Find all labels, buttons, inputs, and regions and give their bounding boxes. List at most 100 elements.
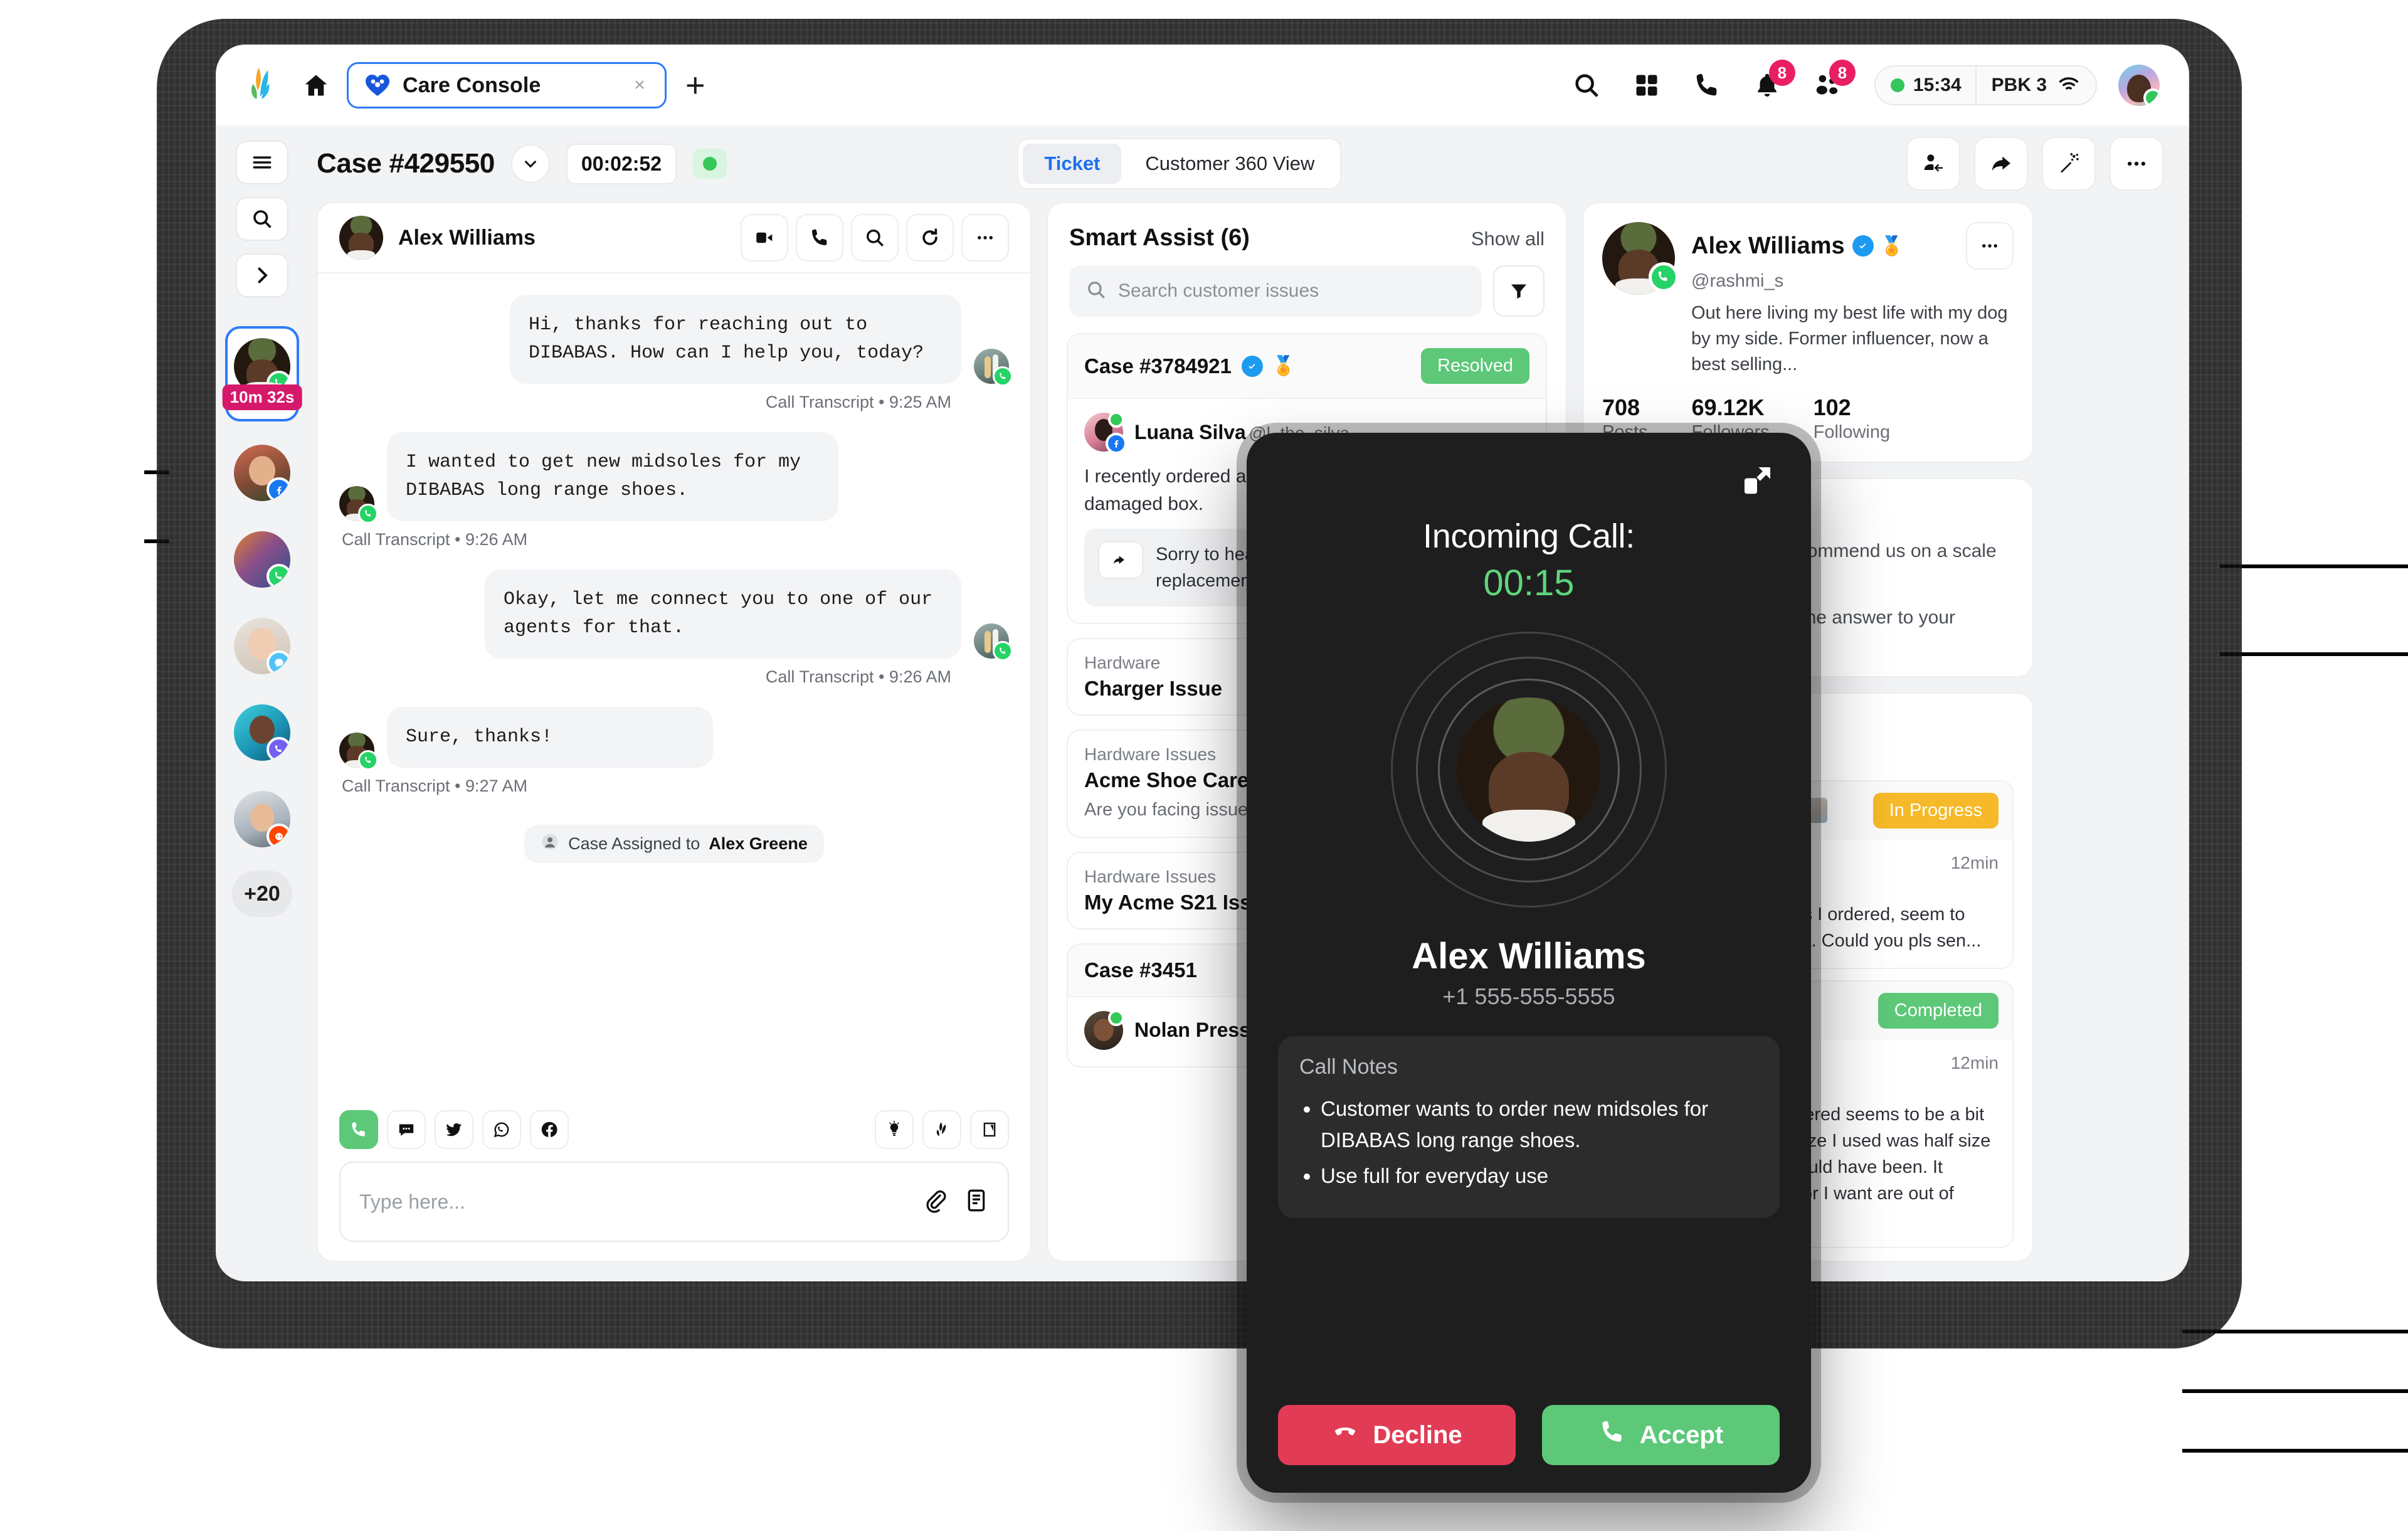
expand-rail-icon[interactable] xyxy=(236,253,288,297)
timestamp: 12min xyxy=(1950,1052,1999,1073)
list-item[interactable]: 10m 32s xyxy=(222,326,302,421)
app-body: 10m 32s +20 Case #429550 00:02:52 Ticket… xyxy=(216,125,2189,1281)
profile-name-row: Alex Williams 🏅 xyxy=(1691,222,2014,270)
channel-twitter-icon[interactable] xyxy=(435,1110,473,1149)
channel-sms-icon[interactable] xyxy=(387,1110,426,1149)
whatsapp-icon xyxy=(358,504,378,524)
bell-icon[interactable]: 8 xyxy=(1751,60,1795,101)
whatsapp-icon xyxy=(267,564,290,588)
message-input[interactable]: Type here... xyxy=(339,1162,1009,1242)
list-item[interactable] xyxy=(228,697,297,768)
tab-customer-360[interactable]: Customer 360 View xyxy=(1124,144,1336,184)
chevron-down-icon[interactable] xyxy=(510,144,550,183)
sprinkle-icon[interactable] xyxy=(922,1110,961,1149)
case-header: Case #429550 00:02:52 Ticket Customer 36… xyxy=(308,125,2189,202)
more-icon[interactable] xyxy=(961,214,1009,262)
search-icon[interactable] xyxy=(851,214,899,262)
search-icon xyxy=(1085,279,1107,304)
forward-icon[interactable] xyxy=(1974,137,2028,191)
attachment-icon[interactable] xyxy=(922,1188,948,1216)
decline-call-button[interactable]: Decline xyxy=(1278,1405,1516,1465)
system-event-name: Alex Greene xyxy=(709,834,808,853)
new-tab-button[interactable]: + xyxy=(685,68,705,102)
list-item[interactable] xyxy=(228,611,297,681)
tab-ticket[interactable]: Ticket xyxy=(1023,144,1122,184)
knowledge-icon[interactable] xyxy=(970,1110,1009,1149)
message-bubble: Sure, thanks! xyxy=(387,707,713,768)
message-row: Sure, thanks! xyxy=(339,707,1009,770)
menu-icon[interactable] xyxy=(236,140,288,184)
case-actions xyxy=(1906,137,2163,191)
stat-following: 102 Following xyxy=(1814,395,1891,443)
search-input[interactable]: Search customer issues xyxy=(1069,265,1482,317)
avatar xyxy=(339,486,378,524)
more-icon[interactable] xyxy=(2110,137,2163,191)
channel-selector xyxy=(339,1110,1009,1149)
avatar xyxy=(234,618,290,674)
template-icon[interactable] xyxy=(964,1188,989,1216)
status-device-group: PBK 3 xyxy=(1975,66,2096,104)
medal-icon: 🏅 xyxy=(1272,356,1296,376)
close-icon[interactable]: × xyxy=(628,75,651,96)
search-icon[interactable] xyxy=(1571,70,1602,101)
filter-icon[interactable] xyxy=(1493,265,1545,317)
timestamp: 12min xyxy=(1950,852,1999,872)
conversation-list: 10m 32s +20 xyxy=(222,326,302,917)
phone-icon[interactable] xyxy=(796,214,843,262)
expand-icon[interactable] xyxy=(1735,458,1780,503)
whatsapp-icon xyxy=(993,641,1013,661)
list-item[interactable] xyxy=(228,438,297,508)
message-bubble: Okay, let me connect you to one of our a… xyxy=(485,569,961,659)
message-meta: Call Transcript • 9:27 AM xyxy=(342,776,528,795)
avatar xyxy=(339,216,383,260)
list-item[interactable] xyxy=(228,524,297,595)
message-input-placeholder: Type here... xyxy=(359,1190,465,1213)
accept-label: Accept xyxy=(1639,1421,1724,1449)
call-note-item: Use full for everyday use xyxy=(1321,1160,1758,1192)
message-row: I wanted to get new midsoles for my DIBA… xyxy=(339,432,1009,524)
lightbulb-icon[interactable] xyxy=(875,1110,914,1149)
system-event-row: Case Assigned to Alex Greene xyxy=(339,825,1009,863)
community-icon[interactable]: 8 xyxy=(1812,60,1856,101)
caller-phone: +1 555-555-5555 xyxy=(1442,983,1615,1009)
message-thread: Hi, thanks for reaching out to DIBABAS. … xyxy=(318,273,1030,1099)
caller-avatar xyxy=(1457,697,1601,842)
user-avatar[interactable] xyxy=(2118,65,2160,106)
refresh-icon[interactable] xyxy=(906,214,954,262)
show-all-link[interactable]: Show all xyxy=(1471,228,1545,250)
home-icon[interactable] xyxy=(299,68,333,102)
incoming-call-modal: Incoming Call: 00:15 Alex Williams +1 55… xyxy=(1247,433,1811,1493)
profile-header: Alex Williams 🏅 @rashmi_s Out here livin… xyxy=(1602,222,2014,378)
stat-value: 708 xyxy=(1602,394,1640,420)
more-icon[interactable] xyxy=(1966,222,2014,270)
page-title: Case #429550 xyxy=(317,148,495,179)
smart-assist-search-row: Search customer issues xyxy=(1048,265,1566,333)
avatar xyxy=(234,445,290,501)
case-id: Case #3451 xyxy=(1084,958,1197,982)
rail-search-icon[interactable] xyxy=(236,197,288,241)
community-badge: 8 xyxy=(1829,60,1856,86)
list-item[interactable] xyxy=(228,784,297,854)
reply-icon xyxy=(1098,541,1143,579)
avatar xyxy=(1084,411,1127,454)
channel-phone-icon[interactable] xyxy=(339,1110,378,1149)
video-icon[interactable] xyxy=(741,214,788,262)
channel-facebook-icon[interactable] xyxy=(530,1110,569,1149)
more-conversations-button[interactable]: +20 xyxy=(232,871,292,917)
assign-user-icon[interactable] xyxy=(1906,137,1960,191)
left-rail: 10m 32s +20 xyxy=(216,125,308,1281)
browser-tab[interactable]: Care Console × xyxy=(347,62,667,109)
accept-call-button[interactable]: Accept xyxy=(1542,1405,1780,1465)
grid-icon[interactable] xyxy=(1631,70,1662,101)
call-notes-title: Call Notes xyxy=(1299,1055,1398,1079)
avatar xyxy=(234,791,290,847)
magic-wand-icon[interactable] xyxy=(2042,137,2096,191)
call-heading: Incoming Call: xyxy=(1423,517,1635,555)
channel-whatsapp-icon[interactable] xyxy=(482,1110,521,1149)
whatsapp-icon xyxy=(1649,262,1679,292)
message-meta: Call Transcript • 9:26 AM xyxy=(342,530,528,549)
phone-icon[interactable] xyxy=(1691,70,1723,101)
assist-card-header: Case #3784921 🏅 Resolved xyxy=(1068,334,1546,399)
status-pill[interactable]: 15:34 PBK 3 xyxy=(1874,65,2097,105)
contact-name: Alex Williams xyxy=(398,225,536,250)
